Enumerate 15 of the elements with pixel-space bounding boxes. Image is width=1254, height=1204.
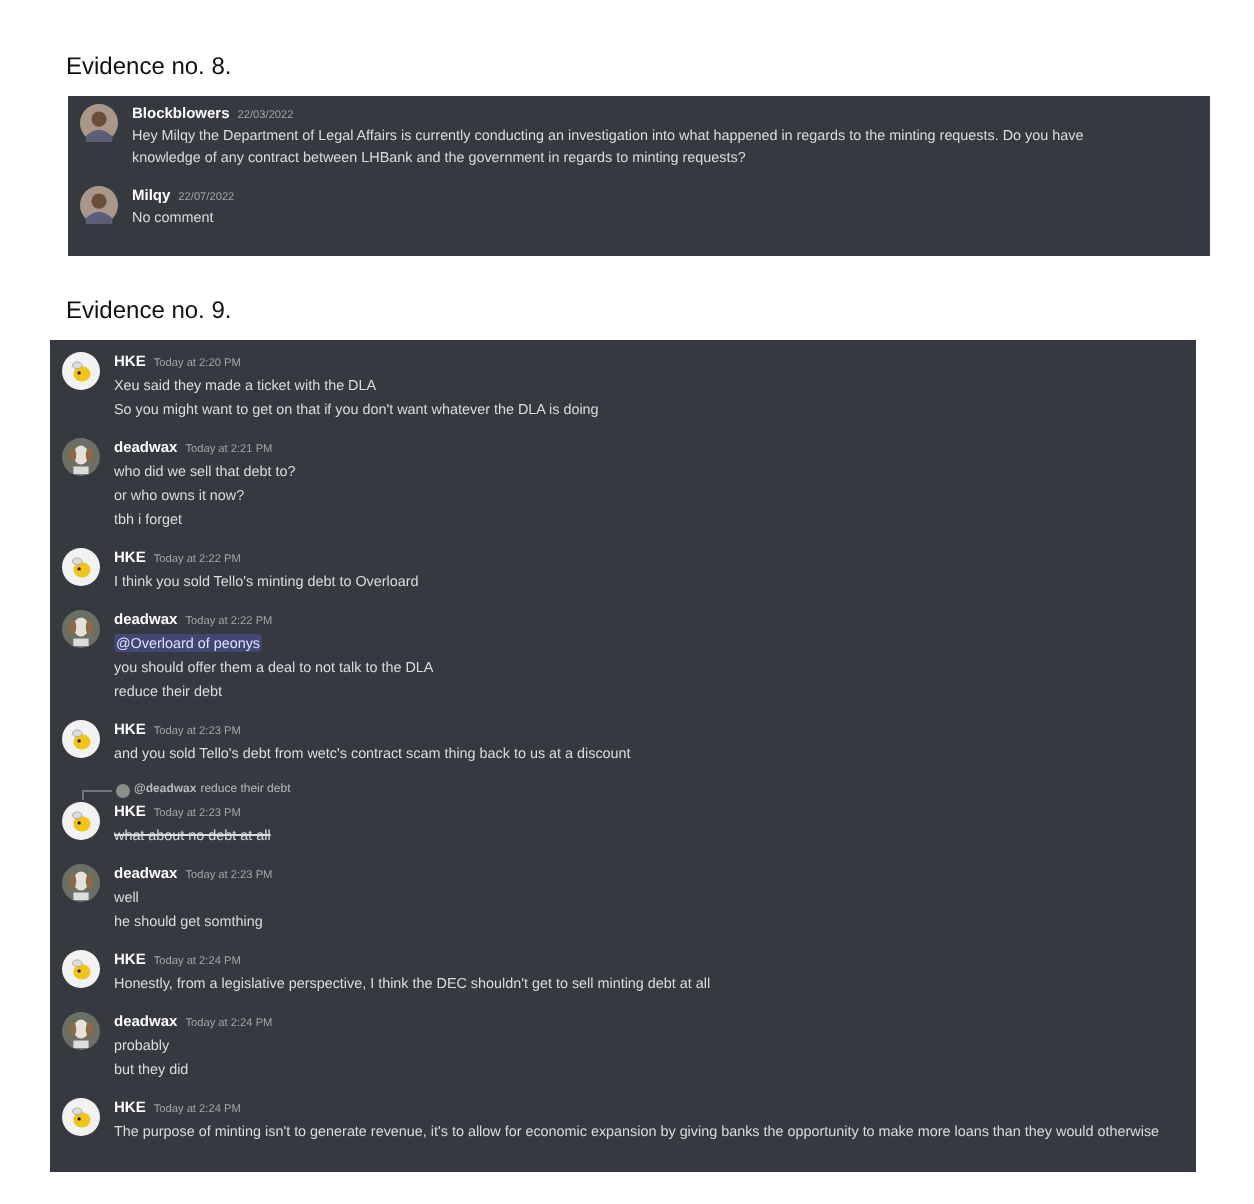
dog-avatar-icon[interactable] (62, 609, 100, 647)
dog-avatar-icon[interactable] (62, 1011, 100, 1049)
evidence-heading: Evidence no. 8. (66, 52, 234, 80)
avatar[interactable] (80, 186, 118, 224)
bee-avatar-icon[interactable] (62, 547, 100, 585)
dog-avatar-icon[interactable] (62, 437, 100, 475)
dog-avatar-icon[interactable] (62, 863, 100, 901)
evidence-heading: Evidence no. 9. (66, 295, 234, 323)
avatar (116, 783, 130, 797)
bee-avatar-icon[interactable] (62, 1097, 100, 1135)
bee-avatar-icon[interactable] (62, 949, 100, 987)
bee-avatar-icon[interactable] (62, 351, 100, 389)
avatar[interactable] (80, 104, 118, 142)
bee-avatar-icon[interactable] (62, 719, 100, 757)
bee-avatar-icon[interactable] (62, 801, 100, 839)
